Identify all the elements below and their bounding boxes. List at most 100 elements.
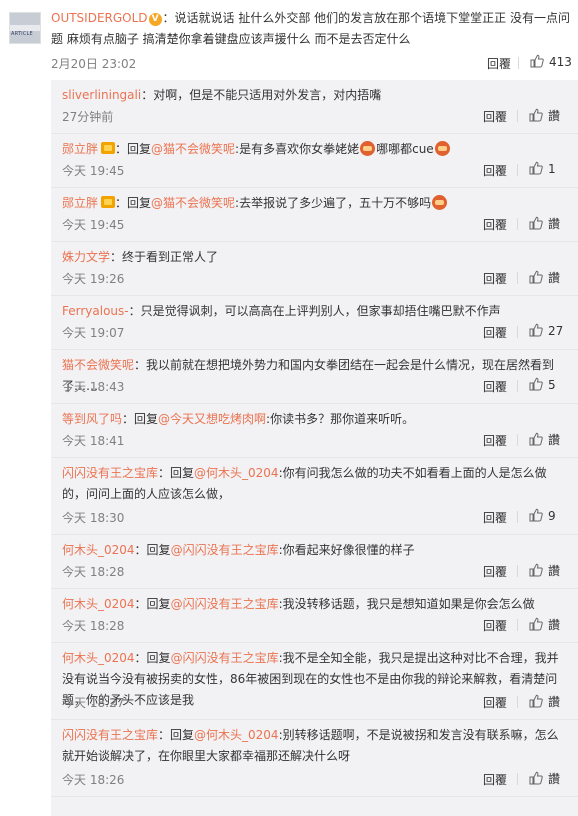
like-button[interactable]: 讚 [529, 107, 560, 124]
like-button[interactable]: 讚 [529, 269, 560, 286]
like-button[interactable]: 5 [529, 377, 556, 392]
mention-link[interactable]: @闪闪没有王之宝库 [171, 651, 279, 665]
reply-button[interactable]: 回覆 [487, 55, 511, 72]
reply-username-link[interactable]: sliverliningali [62, 88, 141, 102]
like-count: 讚 [548, 695, 561, 709]
reply-timestamp: 今天 19:07 [62, 326, 125, 340]
vip-badge-icon [101, 196, 116, 208]
like-count: 讚 [548, 217, 561, 231]
replies-list: sliverliningali：对啊，但是不能只适用对外发言，对内捂嘴 27分钟前… [51, 80, 578, 797]
like-button[interactable]: 讚 [529, 215, 560, 232]
reply-item: 郧立胖 ：回复@猫不会微笑呢:是有多喜欢你女拳姥姥 哪哪都cue 今天 19:45 回覆… [51, 134, 578, 188]
reply-text: 闪闪没有王之宝库：回复@何木头_0204:别转移话题啊，不是说被拐和发言没有联系… [62, 725, 570, 767]
reply-button[interactable]: 回覆 [483, 432, 507, 449]
reply-text: 闪闪没有王之宝库：回复@何木头_0204:你有问我怎么做的功夫不如看看上面的人是… [62, 463, 570, 505]
reply-content: :你看起来好像很懂的样子 [278, 543, 415, 557]
divider [517, 218, 518, 230]
reply-timestamp: 27分钟前 [62, 110, 114, 124]
reply-username-link[interactable]: 闪闪没有王之宝库 [62, 466, 158, 480]
mention-link[interactable]: @何木头_0204 [194, 728, 279, 742]
like-button[interactable]: 讚 [529, 616, 560, 633]
reply-item: 闪闪没有王之宝库：回复@何木头_0204:别转移话题啊，不是说被拐和发言没有联系… [51, 720, 578, 797]
reply-button[interactable]: 回覆 [483, 771, 507, 788]
reply-text: 何木头_0204：回复@闪闪没有王之宝库:我没转移话题，我只是想知道如果是你会怎… [62, 594, 570, 615]
reply-button[interactable]: 回覆 [483, 324, 507, 341]
avatar[interactable]: ARTICLE [9, 12, 41, 44]
reply-button[interactable]: 回覆 [483, 108, 507, 125]
emoji-icon [434, 141, 450, 156]
like-count: 5 [548, 378, 556, 392]
reply-button[interactable]: 回覆 [483, 694, 507, 711]
reply-text: 何木头_0204：回复@闪闪没有王之宝库:你看起来好像很懂的样子 [62, 540, 570, 561]
reply-timestamp: 今天 18:28 [62, 565, 125, 579]
reply-content: ：终于看到正常人了 [110, 250, 219, 264]
reply-username-link[interactable]: 姝力文学 [62, 250, 110, 264]
reply-timestamp: 今天 18:28 [62, 619, 125, 633]
reply-prefix: ：回复 [122, 412, 159, 426]
reply-item: sliverliningali：对啊，但是不能只适用对外发言，对内捂嘴 27分钟前… [51, 80, 578, 134]
thumbs-up-icon [529, 270, 543, 284]
avatar-text: ARTICLE [11, 31, 33, 37]
like-button[interactable]: 1 [529, 161, 556, 176]
divider [517, 619, 518, 631]
mention-link[interactable]: @闪闪没有王之宝库 [171, 543, 279, 557]
replies-panel: sliverliningali：对啊，但是不能只适用对外发言，对内捂嘴 27分钟前… [51, 80, 578, 816]
reply-username-link[interactable]: 郧立胖 [62, 196, 98, 210]
thumbs-up-icon [529, 377, 543, 391]
reply-button[interactable]: 回覆 [483, 162, 507, 179]
reply-timestamp: 今天 18:30 [62, 511, 125, 525]
thumbs-up-icon [529, 694, 543, 708]
reply-item: 郧立胖 ：回复@猫不会微笑呢:去举报说了多少遍了，五十万不够吗 今天 19:45 回覆… [51, 188, 578, 242]
reply-prefix: ：回复 [158, 466, 195, 480]
emoji-icon [432, 195, 448, 210]
reply-text: 姝力文学：终于看到正常人了 [62, 247, 570, 268]
like-button[interactable]: 讚 [529, 562, 560, 579]
reply-button[interactable]: 回覆 [483, 563, 507, 580]
like-button[interactable]: 27 [529, 323, 563, 338]
mention-link[interactable]: @今天又想吃烤肉啊 [158, 412, 266, 426]
reply-content: :你读书多？那你道来听听。 [266, 412, 415, 426]
reply-button[interactable]: 回覆 [483, 509, 507, 526]
like-count: 讚 [548, 618, 561, 632]
reply-item: 何木头_0204：回复@闪闪没有王之宝库:我不是全知全能，我只是提出这种对比不合… [51, 643, 578, 720]
reply-button[interactable]: 回覆 [483, 617, 507, 634]
like-count: 讚 [548, 271, 561, 285]
like-count: 1 [548, 162, 556, 176]
reply-timestamp: 今天 19:26 [62, 272, 125, 286]
reply-username-link[interactable]: Ferryalous- [62, 304, 129, 318]
thumbs-up-icon [529, 108, 543, 122]
reply-username-link[interactable]: 闪闪没有王之宝库 [62, 728, 158, 742]
reply-username-link[interactable]: 郧立胖 [62, 142, 98, 156]
like-button[interactable]: 413 [530, 54, 572, 69]
reply-username-link[interactable]: 何木头_0204 [62, 543, 135, 557]
mention-link[interactable]: @猫不会微笑呢 [151, 196, 235, 210]
thumbs-up-icon [529, 161, 543, 175]
reply-username-link[interactable]: 猫不会微笑呢 [62, 358, 134, 372]
reply-button[interactable]: 回覆 [483, 216, 507, 233]
username-link[interactable]: OUTSIDERGOLD [51, 11, 148, 25]
reply-prefix: ：回复 [134, 543, 171, 557]
divider [517, 326, 518, 338]
divider [517, 110, 518, 122]
like-button[interactable]: 讚 [529, 693, 560, 710]
reply-username-link[interactable]: 等到风了吗 [62, 412, 122, 426]
reply-item: 姝力文学：终于看到正常人了今天 19:26 回覆 讚 [51, 242, 578, 296]
reply-button[interactable]: 回覆 [483, 270, 507, 287]
reply-content: :去举报说了多少遍了，五十万不够吗 [235, 196, 432, 210]
like-count: 讚 [548, 433, 561, 447]
reply-button[interactable]: 回覆 [483, 378, 507, 395]
reply-prefix: ：回复 [134, 597, 171, 611]
mention-link[interactable]: @闪闪没有王之宝库 [171, 597, 279, 611]
mention-link[interactable]: @何木头_0204 [194, 466, 279, 480]
reply-item: 猫不会微笑呢：我以前就在想把境外势力和国内女拳团结在一起会是什么情况，现在居然看… [51, 350, 578, 404]
like-button[interactable]: 讚 [529, 770, 560, 787]
reply-username-link[interactable]: 何木头_0204 [62, 651, 135, 665]
reply-username-link[interactable]: 何木头_0204 [62, 597, 135, 611]
like-button[interactable]: 讚 [529, 431, 560, 448]
divider [517, 565, 518, 577]
mention-link[interactable]: @猫不会微笑呢 [151, 142, 235, 156]
like-button[interactable]: 9 [529, 508, 556, 523]
reply-timestamp: 今天 18:27 [62, 696, 125, 710]
main-comment: ARTICLE OUTSIDERGOLD V ：说话就说话 扯什么外交部 他们的发言… [0, 0, 578, 80]
like-count: 413 [549, 55, 572, 69]
